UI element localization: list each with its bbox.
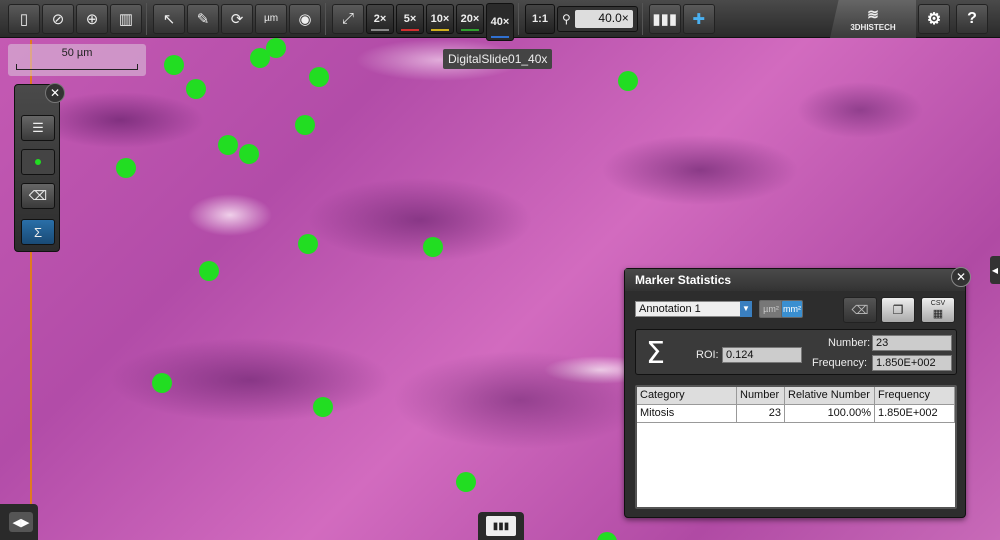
mitosis-marker[interactable] xyxy=(298,234,318,254)
analysis-group: ▮▮▮ ✚ xyxy=(645,3,719,35)
roi-label: ROI: xyxy=(696,349,719,361)
mitosis-marker[interactable] xyxy=(116,158,136,178)
ratio-1-1-button[interactable]: 1:1 xyxy=(525,3,555,34)
mitosis-marker[interactable] xyxy=(423,237,443,257)
bottom-slide-tray: ▮▮▮ xyxy=(478,512,524,540)
category-table: Category Number Relative Number Frequenc… xyxy=(635,385,957,509)
prev-next-arrows-icon[interactable]: ◀▶ xyxy=(9,512,33,532)
mitosis-marker[interactable] xyxy=(152,373,172,393)
roi-field: 0.124 xyxy=(722,347,802,363)
csv-export-button[interactable]: CSV ▦ xyxy=(921,297,955,323)
mitosis-marker[interactable] xyxy=(266,38,286,58)
mitosis-marker[interactable] xyxy=(295,115,315,135)
annotation-side-panel: ✕ ☰ ⌫ Σ xyxy=(14,83,65,252)
scale-bar: 50 µm xyxy=(8,44,146,76)
mitosis-marker[interactable] xyxy=(597,532,617,540)
mitosis-marker[interactable] xyxy=(164,55,184,75)
unit-mm2-toggle[interactable]: mm² xyxy=(781,300,803,318)
navigator-compass-button[interactable]: ⊘ xyxy=(42,3,74,34)
mitosis-marker[interactable] xyxy=(199,261,219,281)
mitosis-marker[interactable] xyxy=(186,79,206,99)
search-icon: ⚲ xyxy=(562,11,571,26)
number-field: 23 xyxy=(872,335,952,351)
eraser-button[interactable]: ⌫ xyxy=(21,183,55,209)
mitosis-marker[interactable] xyxy=(456,472,476,492)
slide-tray-button[interactable]: ▮▮▮ xyxy=(486,516,516,536)
mitosis-marker[interactable] xyxy=(618,71,638,91)
bottom-left-nav: ◀▶ xyxy=(0,504,38,540)
zoom-40x-button[interactable]: 40× xyxy=(486,2,514,41)
number-label: Number: xyxy=(828,337,871,349)
camera-snapshot-button[interactable]: ◉ xyxy=(289,3,321,34)
right-panel-toggle[interactable]: ◀ xyxy=(990,256,1000,284)
scale-label: 50 µm xyxy=(61,47,93,59)
frequency-label: Frequency: xyxy=(812,357,868,369)
slide-overview-button[interactable]: ▯ xyxy=(8,3,40,34)
measure-button[interactable]: µm xyxy=(255,3,287,34)
pointer-hand-button[interactable]: ↖ xyxy=(153,3,185,34)
close-icon[interactable]: ✕ xyxy=(45,83,65,103)
zoom-2x-button[interactable]: 2× xyxy=(366,3,394,34)
mitosis-marker[interactable] xyxy=(239,144,259,164)
plugin-puzzle-button[interactable]: ✚ xyxy=(682,3,715,34)
histogram-button[interactable]: ▮▮▮ xyxy=(648,3,681,34)
mitosis-marker[interactable] xyxy=(218,135,238,155)
rotate-button[interactable]: ⟳ xyxy=(221,3,253,34)
zoom-10x-button[interactable]: 10× xyxy=(426,3,454,34)
mitosis-marker[interactable] xyxy=(313,397,333,417)
barcode-button[interactable]: ▥ xyxy=(110,3,142,34)
unit-um2-toggle[interactable]: µm² xyxy=(759,300,783,318)
marker-statistics-panel: Marker Statistics ✕ Annotation 1 ▼ µm² m… xyxy=(624,267,971,518)
sigma-icon: Σ xyxy=(646,336,665,371)
settings-gear-button[interactable]: ⚙ xyxy=(918,4,950,34)
zoom-20x-button[interactable]: 20× xyxy=(456,3,484,34)
fit-to-screen-button[interactable]: ⤢ xyxy=(332,3,364,34)
magnifier-button[interactable]: ⊕ xyxy=(76,3,108,34)
freehand-draw-button[interactable]: ✎ xyxy=(187,3,219,34)
slide-title: DigitalSlide01_40x xyxy=(443,49,553,69)
statistics-summary: Σ ROI: 0.124 Number: 23 Frequency: 1.850… xyxy=(635,329,957,375)
nav-tool-group: ▯ ⊘ ⊕ ▥ xyxy=(4,2,147,35)
zoom-field-group: 1:1 ⚲ 40.0× xyxy=(521,2,643,35)
marker-tool-button[interactable] xyxy=(21,149,55,175)
panel-title: Marker Statistics xyxy=(625,269,965,291)
chevron-down-icon[interactable]: ▼ xyxy=(740,301,752,317)
frequency-field: 1.850E+002 xyxy=(872,355,952,371)
zoom-value[interactable]: 40.0× xyxy=(574,9,633,28)
annotation-list-button[interactable]: ☰ xyxy=(21,115,55,141)
annotation-tool-group: ↖ ✎ ⟳ µm ◉ xyxy=(149,2,326,35)
zoom-5x-button[interactable]: 5× xyxy=(396,3,424,34)
brand-logo: ≋ 3DHISTECH xyxy=(830,0,916,38)
close-icon[interactable]: ✕ xyxy=(951,267,971,287)
copy-button[interactable]: ❐ xyxy=(881,297,915,323)
mitosis-marker[interactable] xyxy=(309,67,329,87)
table-header: Category Number Relative Number Frequenc… xyxy=(637,387,955,405)
annotation-select[interactable]: Annotation 1 ▼ xyxy=(635,301,752,317)
zoom-input[interactable]: ⚲ 40.0× xyxy=(557,5,638,32)
statistics-sigma-button[interactable]: Σ xyxy=(21,219,55,245)
zoom-group: ⤢ 2× 5× 10× 20× 40× xyxy=(328,2,519,41)
eraser-button[interactable]: ⌫ xyxy=(843,297,877,323)
help-button[interactable]: ? xyxy=(956,4,988,34)
table-row[interactable]: Mitosis 23 100.00% 1.850E+002 xyxy=(637,405,955,423)
